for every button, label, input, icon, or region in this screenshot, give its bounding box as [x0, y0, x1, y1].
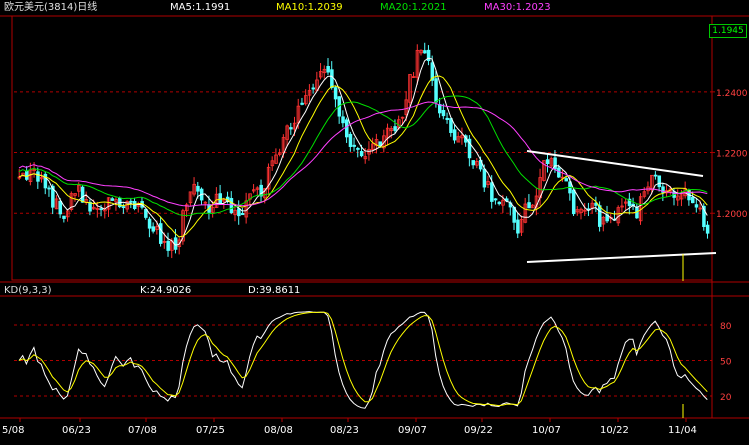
candle-down	[690, 196, 695, 204]
candle-down	[80, 186, 85, 203]
candle-down	[218, 193, 223, 204]
candle-down	[144, 208, 148, 218]
candle-down	[657, 175, 662, 188]
candle-down	[497, 201, 502, 205]
x-axis-date-label: 10/22	[600, 425, 629, 436]
candle-down	[471, 160, 476, 166]
x-axis-date-label: 11/04	[668, 425, 697, 436]
candle-down	[452, 129, 457, 141]
candle-down	[557, 167, 561, 178]
candle-down	[341, 116, 345, 124]
candle-down	[240, 212, 245, 216]
candle-down	[166, 240, 170, 251]
current-price-tag: 1.1945	[709, 24, 747, 38]
candle-down	[330, 69, 334, 88]
kd-d-label: D:39.8611	[248, 285, 301, 296]
candle-down	[121, 206, 126, 208]
kd-k-label: K:24.9026	[140, 285, 192, 296]
candle-down	[326, 66, 330, 73]
candle-down	[110, 198, 115, 201]
x-axis-date-label: 10/07	[532, 425, 561, 436]
candle-down	[493, 198, 498, 201]
candle-down	[333, 87, 338, 100]
price-tick-label: 1.2400	[716, 89, 748, 99]
ma10-label: MA10:1.2039	[276, 2, 343, 13]
candle-down	[348, 133, 353, 147]
candle-down	[300, 102, 304, 105]
price-tick-label: 1.2000	[716, 210, 748, 220]
x-axis-date-label: 07/08	[128, 425, 157, 436]
lower-trendline	[526, 252, 717, 263]
candle-down	[47, 187, 51, 190]
candle-down	[441, 110, 446, 117]
kd-indicator-lines	[18, 311, 708, 418]
candle-down	[129, 200, 133, 203]
y-axis-labels: 1.2400 1.2200 1.2000 80 50 20	[712, 89, 748, 403]
candle-down	[356, 148, 360, 150]
x-axis-date-label: 06/23	[62, 425, 91, 436]
candle-down	[490, 182, 494, 202]
candle-down	[445, 117, 449, 121]
x-axis-date-label: 08/08	[264, 425, 293, 436]
candle-down	[393, 126, 397, 131]
ma30-label: MA30:1.2023	[484, 2, 551, 13]
kd-tick-label: 80	[720, 322, 732, 332]
x-axis-date-label: 5/08	[2, 425, 24, 436]
candle-down	[705, 224, 710, 234]
kd-tick-label: 20	[720, 393, 732, 403]
candle-down	[344, 119, 349, 138]
x-axis-date-label: 07/25	[196, 425, 225, 436]
candle-down	[516, 219, 520, 234]
price-tick-label: 1.2200	[716, 150, 748, 160]
candle-down	[229, 198, 234, 214]
candle-down	[158, 223, 163, 244]
candle-down	[88, 201, 92, 212]
x-axis-date-label: 08/23	[330, 425, 359, 436]
candle-down	[25, 170, 29, 180]
candle-down	[289, 127, 293, 130]
candle-down	[196, 185, 200, 192]
x-axis-date-label: 09/07	[398, 425, 427, 436]
candle-down	[58, 201, 63, 215]
candle-down	[147, 218, 152, 229]
k-line	[18, 311, 708, 409]
candle-down	[653, 174, 658, 177]
candle-down	[694, 204, 699, 208]
ma5-label: MA5:1.1991	[170, 2, 231, 13]
candle-down	[571, 189, 576, 215]
candle-down	[36, 171, 40, 182]
candle-down	[352, 144, 356, 147]
candle-down	[434, 78, 438, 103]
candle-down	[597, 205, 602, 227]
x-axis-date-label: 09/22	[464, 425, 493, 436]
candle-down	[237, 208, 241, 217]
chart-canvas[interactable]: 5/08 06/23 07/08 07/25 08/08 08/23 09/07 09/22 1…	[0, 0, 749, 445]
kd-title: KD(9,3,3)	[4, 285, 52, 296]
kd-tick-label: 50	[720, 358, 732, 368]
grid-lines	[14, 91, 712, 397]
candle-down	[527, 202, 531, 209]
candle-down	[151, 226, 156, 232]
candle-down	[438, 104, 442, 114]
candle-down	[564, 178, 569, 182]
candle-down	[311, 87, 316, 90]
chart-title: 欧元美元(3814)日线	[4, 2, 98, 13]
d-line	[18, 311, 708, 407]
candle-down	[449, 118, 453, 133]
candle-down	[423, 50, 427, 54]
candle-down	[482, 168, 487, 188]
x-axis-labels: 5/08 06/23 07/08 07/25 08/08 08/23 09/07 09/22 1…	[2, 418, 697, 436]
candle-down	[359, 151, 364, 157]
candlestick-series[interactable]	[17, 42, 710, 259]
ma20-label: MA20:1.2021	[380, 2, 447, 13]
candle-down	[62, 215, 66, 219]
candle-down	[99, 208, 103, 211]
candle-down	[545, 159, 550, 165]
